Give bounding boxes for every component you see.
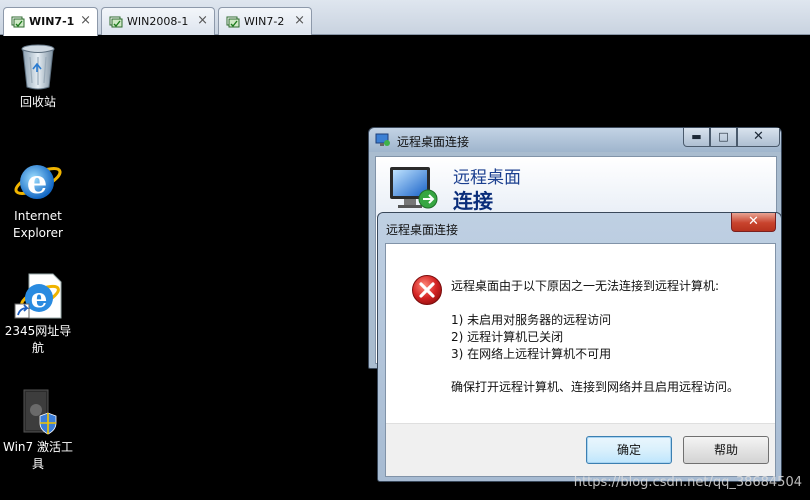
svg-text:e: e: [27, 163, 47, 201]
vm-icon: [109, 16, 123, 28]
tab-label: WIN7-1: [29, 15, 75, 28]
banner-heading-line2: 连接: [453, 189, 493, 213]
window-title: 远程桌面连接: [397, 135, 470, 149]
dialog-body: 远程桌面由于以下原因之一无法连接到远程计算机: 1) 未启用对服务器的远程访问 …: [385, 243, 776, 477]
tab-win7-1[interactable]: WIN7-1 ×: [3, 7, 98, 36]
vm-icon: [11, 16, 25, 28]
tab-win2008-1[interactable]: WIN2008-1 ×: [101, 7, 215, 35]
close-tab-icon[interactable]: ×: [80, 13, 91, 28]
error-icon: [412, 275, 442, 305]
error-message: 远程桌面由于以下原因之一无法连接到远程计算机:: [451, 279, 720, 293]
desktop-icon-label: Win7 激活工具: [3, 440, 73, 471]
reason-item: 1) 未启用对服务器的远程访问: [451, 313, 612, 327]
minimize-button[interactable]: ▬: [683, 128, 710, 147]
desktop-icon-win7-activator[interactable]: Win7 激活工具: [0, 388, 76, 473]
watermark: https://blog.csdn.net/qq_38684504: [573, 475, 802, 490]
tab-win7-2[interactable]: WIN7-2 ×: [218, 7, 312, 35]
reason-item: 2) 远程计算机已关闭: [451, 330, 564, 344]
error-dialog[interactable]: 远程桌面连接 ✕ 远程桌面由于以下原因之一无法连接到远程计算机: 1) 未启用对…: [377, 212, 782, 482]
activation-tool-icon: [23, 389, 57, 435]
tab-label: WIN7-2: [244, 15, 285, 28]
desktop-icon-label: 2345网址导航: [4, 324, 72, 355]
desktop-icon-internet-explorer[interactable]: e Internet Explorer: [0, 157, 76, 242]
ie-shortcut-icon: e: [14, 273, 62, 319]
remote-desktop-icon: [375, 133, 390, 146]
maximize-button[interactable]: □: [710, 128, 737, 147]
banner: 远程桌面 连接: [376, 157, 776, 217]
dialog-title: 远程桌面连接: [386, 223, 459, 237]
close-tab-icon[interactable]: ×: [197, 13, 208, 28]
vm-tab-bar: WIN7-1 × WIN2008-1 × WIN7-2 ×: [0, 0, 810, 36]
desktop-icon-label: 回收站: [19, 95, 56, 109]
tab-label: WIN2008-1: [127, 15, 189, 28]
recycle-bin-icon: [21, 44, 55, 90]
help-button[interactable]: 帮助: [683, 436, 769, 464]
desktop-icon-recycle-bin[interactable]: 回收站: [0, 43, 76, 111]
ok-button[interactable]: 确定: [586, 436, 672, 464]
close-button[interactable]: ✕: [731, 213, 776, 232]
monitor-icon: [390, 167, 438, 209]
vm-icon: [226, 16, 240, 28]
close-button[interactable]: ✕: [737, 128, 780, 147]
reason-item: 3) 在网络上远程计算机不可用: [451, 347, 612, 361]
dialog-footer: 确定 帮助: [386, 423, 775, 476]
window-titlebar[interactable]: 远程桌面连接 ▬ □ ✕: [369, 128, 781, 152]
internet-explorer-icon: e: [14, 163, 62, 201]
error-advice: 确保打开远程计算机、连接到网络并且启用远程访问。: [451, 380, 740, 394]
desktop-icon-2345[interactable]: e 2345网址导航: [0, 272, 76, 357]
close-tab-icon[interactable]: ×: [294, 13, 305, 28]
desktop-icon-label: Internet Explorer: [13, 209, 63, 240]
svg-text:e: e: [31, 284, 48, 314]
